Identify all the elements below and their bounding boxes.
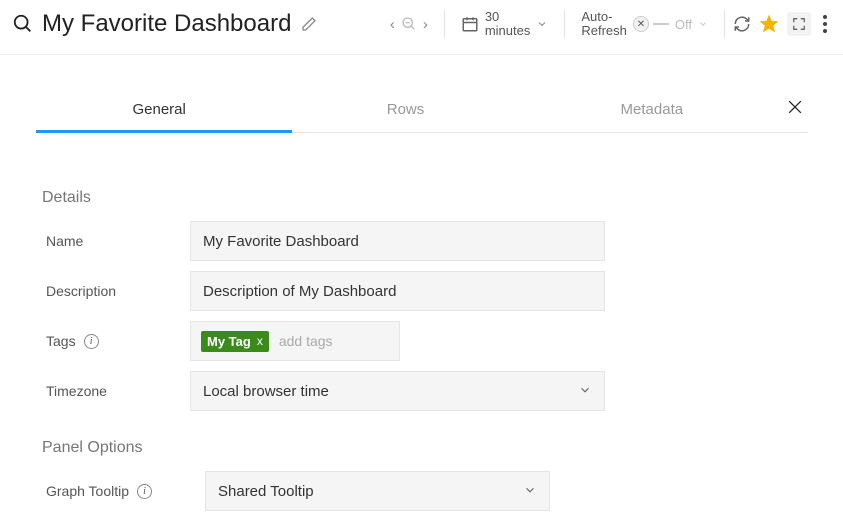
tab-general[interactable]: General — [36, 91, 282, 132]
refresh-icon[interactable] — [733, 15, 751, 33]
name-field[interactable]: My Favorite Dashboard — [190, 221, 605, 261]
graph-tooltip-select[interactable]: Shared Tooltip — [205, 471, 550, 511]
graph-tooltip-value: Shared Tooltip — [218, 483, 314, 500]
chevron-down-icon — [536, 18, 548, 30]
close-icon[interactable] — [775, 97, 807, 127]
auto-refresh-label-1: Auto- — [581, 10, 627, 24]
tag-chip-label: My Tag — [207, 334, 251, 349]
info-icon[interactable]: i — [137, 484, 152, 499]
description-field[interactable]: Description of My Dashboard — [190, 271, 605, 311]
chevron-right-icon[interactable]: › — [423, 16, 428, 33]
timezone-label: Timezone — [36, 383, 176, 399]
panel-options-title: Panel Options — [42, 439, 807, 457]
tabs: General Rows Metadata — [36, 91, 807, 133]
tabs-container: General Rows Metadata — [0, 55, 843, 133]
tag-remove-icon[interactable]: x — [257, 334, 263, 348]
name-row: Name My Favorite Dashboard — [36, 221, 807, 261]
auto-refresh-label-2: Refresh — [581, 24, 627, 38]
edit-title-icon[interactable] — [301, 16, 317, 32]
tab-rows[interactable]: Rows — [282, 91, 528, 132]
panel-options-section: Panel Options Graph Tooltip i Shared Too… — [36, 439, 807, 511]
info-icon[interactable]: i — [84, 334, 99, 349]
details-section-title: Details — [42, 189, 807, 207]
calendar-icon — [461, 15, 479, 33]
tab-metadata[interactable]: Metadata — [529, 91, 775, 132]
toggle-track — [653, 23, 669, 25]
separator — [444, 10, 445, 38]
time-range-value-1: 30 — [485, 10, 531, 24]
graph-tooltip-label-text: Graph Tooltip — [46, 483, 129, 499]
auto-refresh-control[interactable]: Auto- Refresh ✕ Off — [573, 10, 716, 37]
graph-tooltip-label: Graph Tooltip i — [36, 483, 191, 499]
toggle-knob-icon: ✕ — [633, 16, 649, 32]
chevron-down-icon — [578, 383, 592, 400]
chevron-left-icon[interactable]: ‹ — [390, 16, 395, 33]
search-icon[interactable] — [12, 13, 34, 35]
description-row: Description Description of My Dashboard — [36, 271, 807, 311]
graph-tooltip-row: Graph Tooltip i Shared Tooltip — [36, 471, 807, 511]
name-value: My Favorite Dashboard — [203, 233, 359, 250]
add-tags-placeholder: add tags — [279, 333, 333, 349]
auto-refresh-toggle[interactable]: ✕ — [633, 16, 669, 32]
timezone-value: Local browser time — [203, 383, 329, 400]
top-bar: My Favorite Dashboard ‹ › 30 — [0, 0, 843, 55]
tags-field[interactable]: My Tag x add tags — [190, 321, 400, 361]
details-section: Details Name My Favorite Dashboard Descr… — [36, 189, 807, 411]
separator — [564, 10, 565, 38]
fullscreen-icon[interactable] — [787, 12, 811, 36]
active-tab-underline — [36, 130, 292, 133]
page-title: My Favorite Dashboard — [42, 10, 291, 38]
description-value: Description of My Dashboard — [203, 283, 396, 300]
auto-refresh-state: Off — [675, 17, 692, 32]
top-bar-actions: ‹ › 30 minutes — [382, 10, 831, 38]
tags-row: Tags i My Tag x add tags — [36, 321, 807, 361]
zoom-out-icon[interactable] — [401, 16, 417, 32]
description-label: Description — [36, 283, 176, 299]
timezone-select[interactable]: Local browser time — [190, 371, 605, 411]
timezone-row: Timezone Local browser time — [36, 371, 807, 411]
chevron-down-icon — [523, 483, 537, 500]
tags-label-text: Tags — [46, 333, 76, 349]
nav-group: ‹ › — [382, 16, 436, 33]
time-range-value-2: minutes — [485, 24, 531, 38]
name-label: Name — [36, 233, 176, 249]
chevron-down-icon — [698, 19, 708, 29]
tag-chip: My Tag x — [201, 331, 269, 352]
separator — [724, 10, 725, 38]
time-range-picker[interactable]: 30 minutes — [453, 10, 557, 37]
more-menu-icon[interactable] — [819, 11, 831, 37]
star-icon[interactable] — [759, 14, 779, 34]
tags-label: Tags i — [36, 333, 176, 349]
